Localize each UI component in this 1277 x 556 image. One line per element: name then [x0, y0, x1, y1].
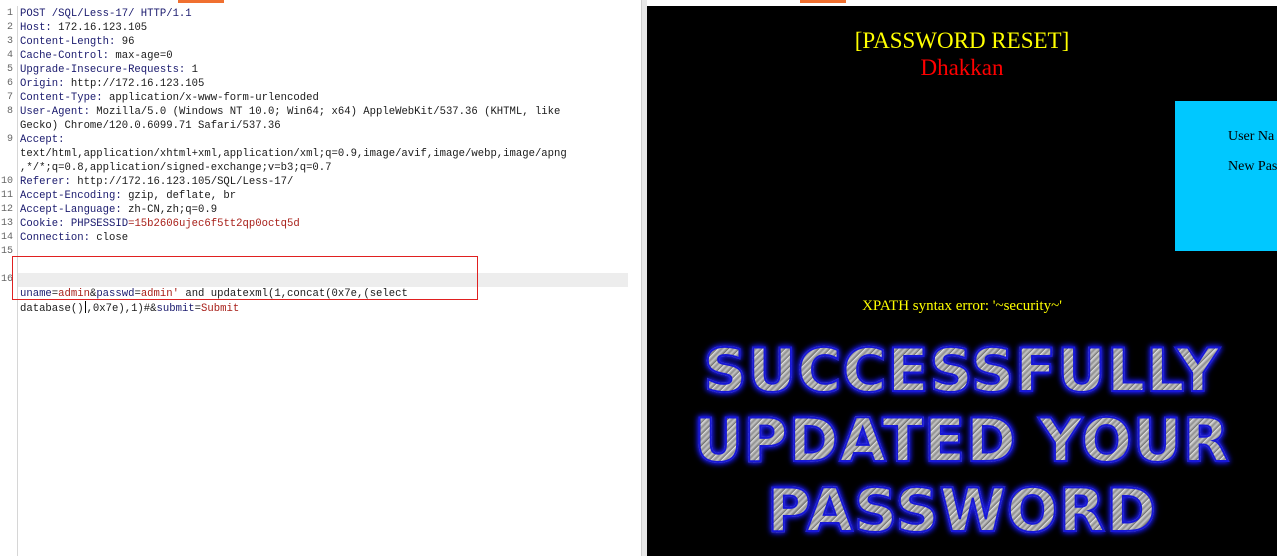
header-name: Content-Type:	[20, 92, 103, 104]
header-name: Connection:	[20, 232, 90, 244]
header-name: User-Agent:	[20, 106, 90, 118]
param-name: submit	[156, 303, 195, 315]
header-name: Cookie:	[20, 218, 65, 230]
username-label: User Na	[1228, 129, 1275, 144]
header-name: Accept:	[20, 134, 65, 146]
header-value: ,*/*;q=0.8,application/signed-exchange;v…	[20, 162, 332, 174]
header-value: http://172.16.123.105/SQL/Less-17/	[70, 176, 294, 188]
banner-line: PASSWORD	[651, 475, 1273, 547]
header-value: 1	[185, 64, 199, 76]
cookie-value: =15b2606ujec6f5tt2qp0octq5d	[128, 218, 300, 230]
header-value: 96	[115, 36, 135, 48]
request-line[interactable]: 4 Cache-Control: max-age=0	[0, 49, 641, 63]
line-number: 4	[6, 50, 13, 61]
header-value: max-age=0	[109, 50, 173, 62]
header-name: Accept-Encoding:	[20, 190, 122, 202]
page-subtitle: Dhakkan	[920, 55, 1004, 80]
header-name: POST /SQL/Less-17/ HTTP/1.1	[20, 8, 192, 20]
request-line[interactable]: 13 Cookie: PHPSESSID=15b2606ujec6f5tt2qp0…	[0, 217, 641, 231]
request-line[interactable]: 9 Accept:	[0, 133, 641, 147]
request-code[interactable]: 1 POST /SQL/Less-17/ HTTP/1.1 2 Host: 172.1…	[0, 7, 641, 315]
request-line[interactable]: 12 Accept-Language: zh-CN,zh;q=0.9	[0, 203, 641, 217]
payload-highlight-box	[12, 256, 478, 300]
line-number: 6	[6, 78, 13, 89]
request-line[interactable]: text/html,application/xhtml+xml,applicat…	[0, 147, 641, 161]
header-name: Origin:	[20, 78, 65, 90]
line-number: 11	[0, 190, 13, 201]
line-number: 9	[6, 134, 13, 145]
header-value: 172.16.123.105	[51, 22, 148, 34]
header-value: text/html,application/xhtml+xml,applicat…	[20, 148, 567, 160]
param-value: Submit	[201, 303, 240, 315]
request-line[interactable]: 10 Referer: http://172.16.123.105/SQL/Les…	[0, 175, 641, 189]
reset-form-panel: User Na New Pas	[1175, 101, 1277, 251]
line-number: 12	[0, 204, 13, 215]
xpath-error-message: XPATH syntax error: '~security~'	[862, 298, 1062, 314]
line-number: 1	[6, 8, 13, 19]
request-line[interactable]: 8 User-Agent: Mozilla/5.0 (Windows NT 10.…	[0, 105, 641, 119]
header-name: Host:	[20, 22, 52, 34]
line-number: 14	[0, 232, 13, 243]
line-number: 3	[6, 36, 13, 47]
line-number: 13	[0, 218, 13, 229]
banner-line: SUCCESSFULLY	[651, 335, 1273, 407]
header-value: close	[89, 232, 129, 244]
header-value: application/x-www-form-urlencoded	[102, 92, 319, 104]
line-number: 8	[6, 106, 13, 117]
header-value: http://172.16.123.105	[64, 78, 205, 90]
line-number: 10	[0, 176, 13, 187]
header-value: zh-CN,zh;q=0.9	[121, 204, 218, 216]
request-line[interactable]: 1 POST /SQL/Less-17/ HTTP/1.1	[0, 7, 641, 21]
header-name: Accept-Language:	[20, 204, 122, 216]
cookie-name: PHPSESSID	[70, 218, 129, 230]
line-number: 5	[6, 64, 13, 75]
new-password-label: New Pas	[1228, 159, 1277, 174]
success-banner-image: SUCCESSFULLY UPDATED YOUR PASSWORD	[651, 335, 1273, 547]
request-editor[interactable]: 1 POST /SQL/Less-17/ HTTP/1.1 2 Host: 172.1…	[0, 0, 641, 556]
banner-line: UPDATED YOUR	[651, 405, 1273, 477]
header-name: Referer:	[20, 176, 71, 188]
request-line[interactable]: 7 Content-Type: application/x-www-form-ur…	[0, 91, 641, 105]
header-name: Content-Length:	[20, 36, 116, 48]
request-line[interactable]: Gecko) Chrome/120.0.6099.71 Safari/537.3…	[0, 119, 641, 133]
header-value: Gecko) Chrome/120.0.6099.71 Safari/537.3…	[20, 120, 281, 132]
request-line[interactable]: 5 Upgrade-Insecure-Requests: 1	[0, 63, 641, 77]
request-line[interactable]: 11 Accept-Encoding: gzip, deflate, br	[0, 189, 641, 203]
tab-indicator	[178, 0, 224, 3]
header-value: gzip, deflate, br	[121, 190, 237, 202]
request-line[interactable]: 14 Connection: close	[0, 231, 641, 245]
request-line[interactable]: 6 Origin: http://172.16.123.105	[0, 77, 641, 91]
request-line[interactable]: ,*/*;q=0.8,application/signed-exchange;v…	[0, 161, 641, 175]
tab-indicator	[800, 0, 846, 3]
request-line[interactable]: 3 Content-Length: 96	[0, 35, 641, 49]
header-name: Cache-Control:	[20, 50, 110, 62]
line-number: 2	[6, 22, 13, 33]
text-caret	[84, 301, 86, 313]
response-render: [PASSWORD RESET] Dhakkan User Na New Pas…	[647, 6, 1277, 556]
request-line[interactable]: 2 Host: 172.16.123.105	[0, 21, 641, 35]
header-value: Mozilla/5.0 (Windows NT 10.0; Win64; x64…	[89, 106, 561, 118]
line-number: 7	[6, 92, 13, 103]
page-title: [PASSWORD RESET]	[854, 28, 1070, 53]
header-name: Upgrade-Insecure-Requests:	[20, 64, 186, 76]
